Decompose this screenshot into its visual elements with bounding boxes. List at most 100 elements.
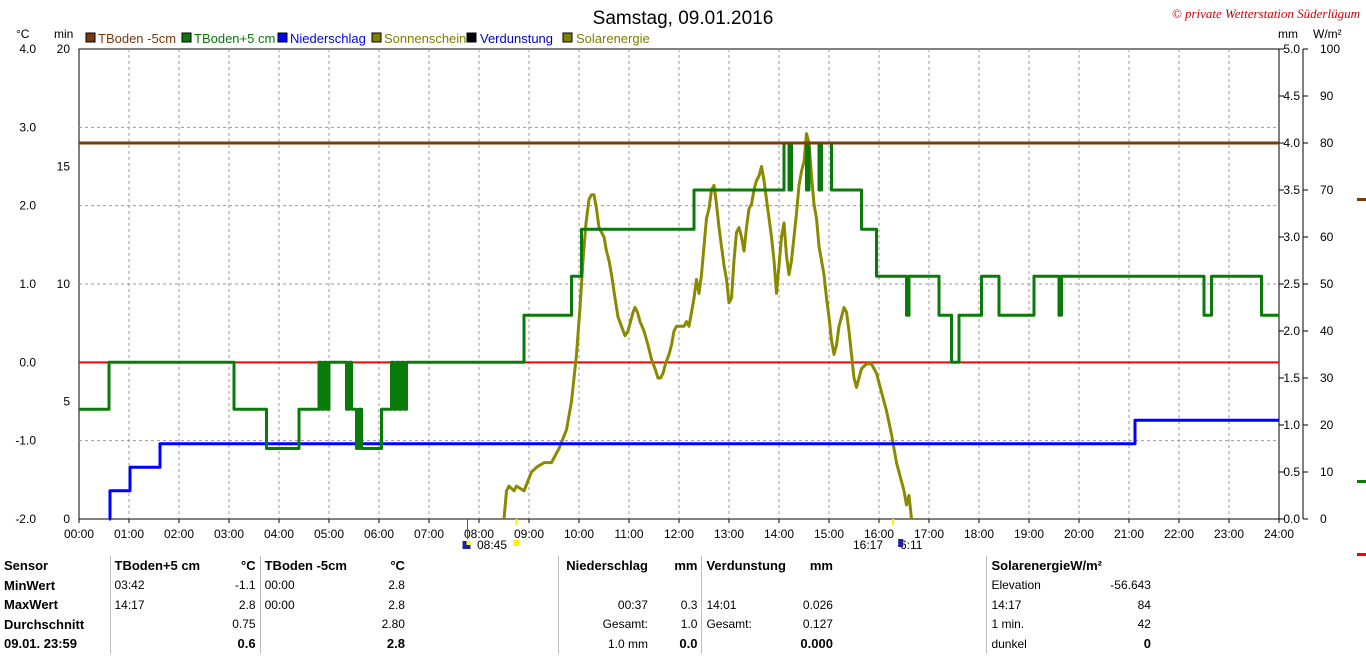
mm-tick-label: 2.0 [1283, 324, 1300, 338]
x-tick-label: 06:00 [364, 527, 394, 541]
x-tick-label: 00:00 [64, 527, 94, 541]
stats-cell: 14:01 [701, 595, 794, 615]
stats-cell: SolarenergieW/m² [986, 556, 1106, 576]
mm-tick-label: 4.0 [1283, 136, 1300, 150]
min-tick-label: 5 [63, 395, 70, 409]
wm2-tick-label: 10 [1320, 465, 1334, 479]
stats-cell: 09.01. 23:59 [4, 636, 78, 652]
right-marker-tboden-plus5 [1357, 480, 1366, 483]
daylength-label: 6:11 [900, 538, 923, 552]
stats-cell [837, 634, 987, 654]
wm2-tick-label: 90 [1320, 89, 1334, 103]
stats-cell [409, 595, 559, 615]
celsius-tick-label: 3.0 [19, 120, 36, 134]
stats-table: Sensor TBoden+5 cm °C TBoden -5cm °C Niedersc… [0, 556, 1155, 654]
stats-cell: Gesamt: [701, 614, 794, 634]
stats-cell [259, 614, 351, 634]
sunset-icon [898, 539, 904, 547]
stats-cell [794, 576, 837, 596]
stats-cell: dunkel [986, 634, 1106, 654]
x-tick-label: 15:00 [814, 527, 844, 541]
wm2-tick-label: 60 [1320, 230, 1334, 244]
legend-label-tboden-plus5: TBoden+5 cm [194, 31, 275, 46]
stats-row: Sensor TBoden+5 cm °C TBoden -5cm °C Niedersc… [0, 556, 1155, 576]
stats-row: Durchschnitt 0.75 2.80 Gesamt: 1.0 Gesamt: 0.1… [0, 614, 1155, 635]
weather-chart: Samstag, 09.01.2016 © private Wetterstat… [15, 6, 1366, 556]
stats-cell: TBoden -5cm [259, 556, 351, 576]
x-tick-label: 04:00 [264, 527, 294, 541]
stats-cell: 00:00 [259, 575, 351, 595]
stats-cell: 0.75 [232, 617, 256, 632]
x-tick-label: 11:00 [614, 527, 643, 541]
stats-cell: 1.0 mm [558, 634, 652, 654]
min-tick-label: 20 [57, 42, 71, 56]
mm-tick-label: 0.0 [1283, 512, 1300, 526]
legend-swatch-niederschlag [277, 32, 288, 43]
wm2-tick-label: 100 [1320, 42, 1340, 56]
x-tick-label: 05:00 [314, 527, 344, 541]
wm2-tick-label: 80 [1320, 136, 1334, 150]
wm2-tick-label: 70 [1320, 183, 1334, 197]
stats-cell [701, 575, 794, 595]
stats-cell: 42 [1137, 617, 1151, 632]
stats-cell: 2.8 [386, 636, 405, 652]
stats-cell: -1.1 [234, 578, 256, 593]
stats-cell: 03:42 [109, 575, 205, 595]
x-tick-label: 19:00 [1014, 527, 1044, 541]
x-tick-label: 02:00 [164, 527, 194, 541]
stats-cell: 0.127 [802, 617, 833, 632]
stats-cell [837, 595, 987, 615]
legend-label-solarenergie: Solarenergie [576, 31, 650, 46]
mm-tick-label: 5.0 [1283, 42, 1300, 56]
stats-cell: Verdunstung [701, 556, 794, 576]
wm2-unit: W/m² [1313, 27, 1342, 41]
stats-cell: Sensor [4, 558, 49, 574]
stats-cell: Elevation [986, 575, 1106, 595]
celsius-tick-label: 2.0 [19, 199, 36, 213]
stats-cell: °C [390, 558, 405, 574]
stats-cell: 0.3 [680, 597, 698, 612]
x-tick-label: 24:00 [1264, 527, 1294, 541]
x-tick-label: 09:00 [514, 527, 544, 541]
mm-tick-label: 3.5 [1283, 183, 1300, 197]
stats-cell [558, 575, 652, 595]
legend-label-verdunstung: Verdunstung [480, 31, 553, 46]
stats-cell: 0.6 [237, 636, 256, 652]
stats-cell [409, 615, 559, 635]
wm2-tick-label: 20 [1320, 418, 1334, 432]
stats-cell: Gesamt: [558, 614, 652, 634]
chart-title: Samstag, 09.01.2016 [593, 8, 774, 29]
min-unit: min [54, 27, 73, 41]
wm2-tick-label: 30 [1320, 371, 1334, 385]
legend: TBoden -5cm TBoden+5 cm Niederschlag Son… [85, 31, 650, 46]
x-tick-label: 14:00 [764, 527, 794, 541]
stats-cell [259, 634, 351, 654]
x-tick-label: 01:00 [114, 527, 144, 541]
x-tick-label: 21:00 [1114, 527, 1144, 541]
sunset-label: 16:17 [853, 538, 883, 552]
sunrise-dot [513, 540, 520, 546]
stats-cell: 00:37 [558, 595, 652, 615]
celsius-tick-label: 4.0 [19, 42, 36, 56]
stats-cell [109, 614, 205, 634]
x-tick-label: 20:00 [1064, 527, 1094, 541]
x-tick-label: 12:00 [664, 527, 694, 541]
stats-cell [701, 634, 794, 654]
x-tick-label: 18:00 [964, 527, 994, 541]
stats-cell [837, 576, 987, 596]
min-tick-label: 0 [63, 512, 70, 526]
mm-tick-label: 1.0 [1283, 418, 1300, 432]
legend-swatch-tboden-plus5 [181, 32, 192, 43]
stats-cell: 0.0 [679, 636, 698, 652]
stats-cell: MinWert [4, 577, 56, 593]
x-tick-label: 23:00 [1214, 527, 1244, 541]
right-marker-zero [1357, 553, 1366, 556]
stats-row: MaxWert 14:17 2.8 00:00 2.8 00:37 0.3 14:01 0.02… [0, 595, 1155, 615]
mm-tick-label: 4.5 [1283, 89, 1300, 103]
celsius-tick-label: 1.0 [19, 277, 36, 291]
stats-row: MinWert 03:42 -1.1 00:00 2.8 Elevation -56.643 [0, 575, 1155, 596]
legend-swatch-solarenergie [562, 32, 573, 43]
stats-cell [837, 615, 987, 635]
x-tick-label: 22:00 [1164, 527, 1194, 541]
wm2-tick-label: 0 [1320, 512, 1327, 526]
